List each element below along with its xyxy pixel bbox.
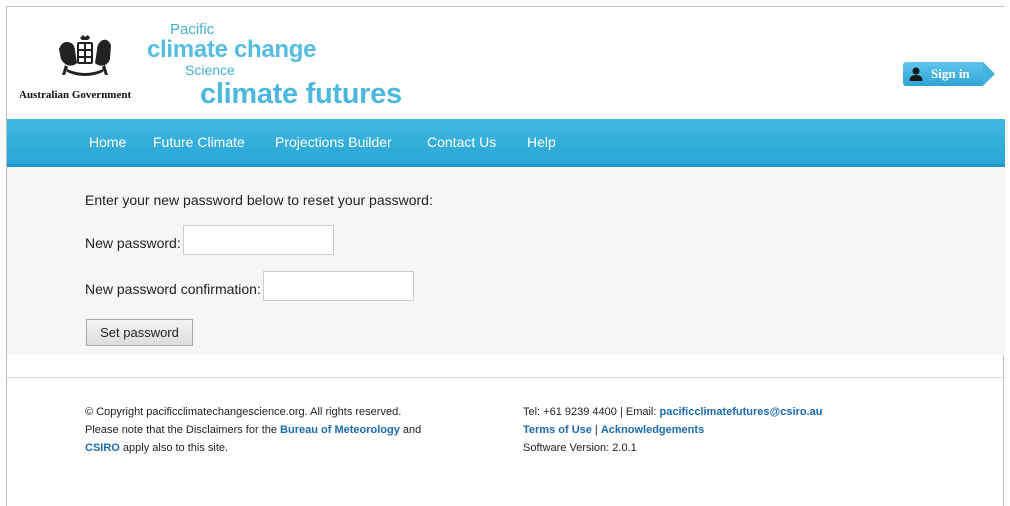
nav-future-climate[interactable]: Future Climate xyxy=(153,134,245,150)
disclaimer-text: Please note that the Disclaimers for the… xyxy=(85,421,485,439)
logo-climate-change-text: climate change xyxy=(147,36,317,63)
nav-home[interactable]: Home xyxy=(89,134,126,150)
csiro-link[interactable]: CSIRO xyxy=(85,442,120,454)
legal-links: Terms of Use | Acknowledgements xyxy=(523,421,923,439)
nav-contact-us[interactable]: Contact Us xyxy=(427,134,496,150)
footer-left: © Copyright pacificclimatechangescience.… xyxy=(85,403,485,457)
government-text: Australian Government xyxy=(19,89,132,101)
nav-help[interactable]: Help xyxy=(527,134,556,150)
logo-climate-futures-text: climate futures xyxy=(200,78,402,110)
user-icon xyxy=(909,67,923,81)
logo-science-text: Science xyxy=(185,62,235,78)
sign-in-label: Sign in xyxy=(931,66,970,81)
site-header: Australian Government Pacific climate ch… xyxy=(7,7,1005,119)
reset-password-form: Enter your new password below to reset y… xyxy=(7,167,1005,355)
page-frame: Australian Government Pacific climate ch… xyxy=(6,6,1005,506)
disclaimer-line-2: CSIRO apply also to this site. xyxy=(85,439,485,457)
main-nav: Home Future Climate Projections Builder … xyxy=(7,119,1005,167)
contact-line: Tel: +61 9239 4400 | Email: pacificclima… xyxy=(523,403,923,421)
legal-separator: | xyxy=(591,424,601,436)
sign-in-button[interactable]: Sign in xyxy=(903,62,997,86)
terms-of-use-link[interactable]: Terms of Use xyxy=(523,424,592,436)
australian-government-logo[interactable]: Australian Government xyxy=(19,35,144,105)
nav-projections-builder[interactable]: Projections Builder xyxy=(275,134,392,150)
confirm-password-field[interactable] xyxy=(263,271,414,301)
email-link[interactable]: pacificclimatefutures@csiro.au xyxy=(659,406,822,418)
disclaimer-suffix: apply also to this site. xyxy=(119,442,229,454)
contact-prefix: Tel: +61 9239 4400 | Email: xyxy=(523,406,660,418)
sign-in-button-arrow xyxy=(983,62,995,86)
software-version: Software Version: 2.0.1 xyxy=(523,442,637,454)
site-logo[interactable]: Pacific climate change Science climate f… xyxy=(145,21,465,113)
confirm-password-label: New password confirmation: xyxy=(85,281,261,297)
copyright-text: © Copyright pacificclimatechangescience.… xyxy=(85,406,402,418)
new-password-field[interactable] xyxy=(183,225,334,255)
acknowledgements-link[interactable]: Acknowledgements xyxy=(601,424,704,436)
footer-right: Tel: +61 9239 4400 | Email: pacificclima… xyxy=(523,403,923,457)
form-intro-text: Enter your new password below to reset y… xyxy=(85,192,433,208)
set-password-button[interactable]: Set password xyxy=(86,319,193,346)
disclaimer-prefix: Please note that the Disclaimers for the xyxy=(85,424,281,436)
coat-of-arms-icon xyxy=(59,35,111,76)
disclaimer-and: and xyxy=(399,424,422,436)
footer-divider xyxy=(7,377,1005,378)
new-password-label: New password: xyxy=(85,235,181,251)
bureau-of-meteorology-link[interactable]: Bureau of Meteorology xyxy=(280,424,400,436)
